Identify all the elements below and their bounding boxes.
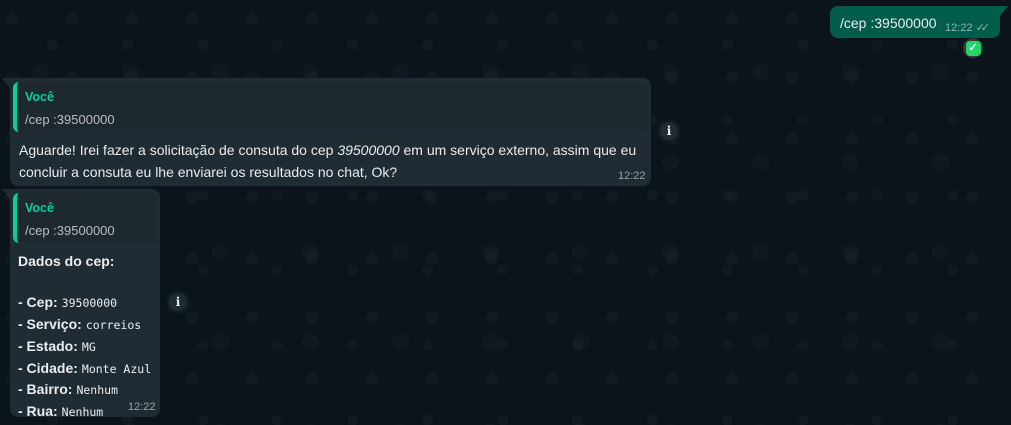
- data-row: - Serviço: correios: [18, 314, 151, 336]
- info-button[interactable]: i: [657, 119, 681, 143]
- data-row: - Bairro: Nenhum: [18, 379, 151, 401]
- message-time: 12:22: [945, 21, 973, 34]
- quote-text: /cep :39500000: [25, 112, 115, 127]
- message-text-part: Aguarde! Irei fazer a solicitação de con…: [19, 142, 338, 158]
- field-value: 39500000: [61, 296, 118, 311]
- message-time: 12:22: [128, 401, 156, 413]
- info-icon: i: [660, 122, 678, 140]
- bubble-tail: [2, 189, 10, 199]
- cep-value: 39500000: [337, 142, 400, 158]
- heading-text: Dados do cep:: [18, 253, 115, 269]
- message-time: 12:22: [618, 170, 646, 182]
- info-icon: i: [169, 293, 187, 311]
- data-row: - Cidade: Monte Azul: [18, 358, 151, 380]
- field-label: - Bairro:: [18, 381, 73, 398]
- message-meta: 12:22 ✓✓: [945, 21, 991, 35]
- message-text: Aguarde! Irei fazer a solicitação de con…: [19, 139, 649, 183]
- field-label: - Estado:: [18, 337, 78, 354]
- field-value: Nenhum: [76, 383, 118, 398]
- data-heading: Dados do cep:: [18, 251, 151, 272]
- incoming-message[interactable]: Você /cep :39500000 Dados do cep: - Cep:…: [2, 189, 160, 419]
- field-value: Nenhum: [61, 404, 104, 419]
- quote-text: /cep :39500000: [25, 223, 115, 238]
- field-value: MG: [81, 339, 96, 354]
- field-value: correios: [85, 318, 142, 333]
- bubble-tail: [1000, 6, 1008, 16]
- chat-area[interactable]: /cep :39500000 12:22 ✓✓ ✓ Você /cep :395…: [0, 0, 1011, 425]
- double-check-icon: ✓✓: [975, 22, 991, 34]
- cep-data-list: Dados do cep: - Cep: 39500000 - Serviço: c…: [18, 251, 151, 423]
- reaction-badge[interactable]: ✓: [963, 38, 983, 58]
- info-button[interactable]: i: [166, 290, 190, 314]
- message-text: /cep :39500000: [840, 15, 937, 31]
- incoming-message[interactable]: Você /cep :39500000 Aguarde! Irei fazer …: [2, 78, 651, 186]
- data-row: - Estado: MG: [18, 336, 151, 358]
- outgoing-message[interactable]: /cep :39500000 12:22 ✓✓: [830, 6, 1008, 38]
- quoted-message[interactable]: Você /cep :39500000: [13, 193, 156, 243]
- field-value: Monte Azul: [81, 361, 152, 376]
- field-label: - Rua:: [18, 402, 58, 419]
- field-label: - Cidade:: [18, 359, 78, 376]
- quote-author: Você: [25, 90, 54, 104]
- field-label: - Serviço:: [18, 316, 82, 333]
- quoted-message[interactable]: Você /cep :39500000: [13, 82, 647, 132]
- check-mark-button-icon: ✓: [965, 40, 981, 56]
- quote-author: Você: [25, 201, 54, 215]
- data-row: - Cep: 39500000: [18, 292, 151, 314]
- bubble-tail: [2, 78, 10, 88]
- field-label: - Cep:: [18, 294, 58, 311]
